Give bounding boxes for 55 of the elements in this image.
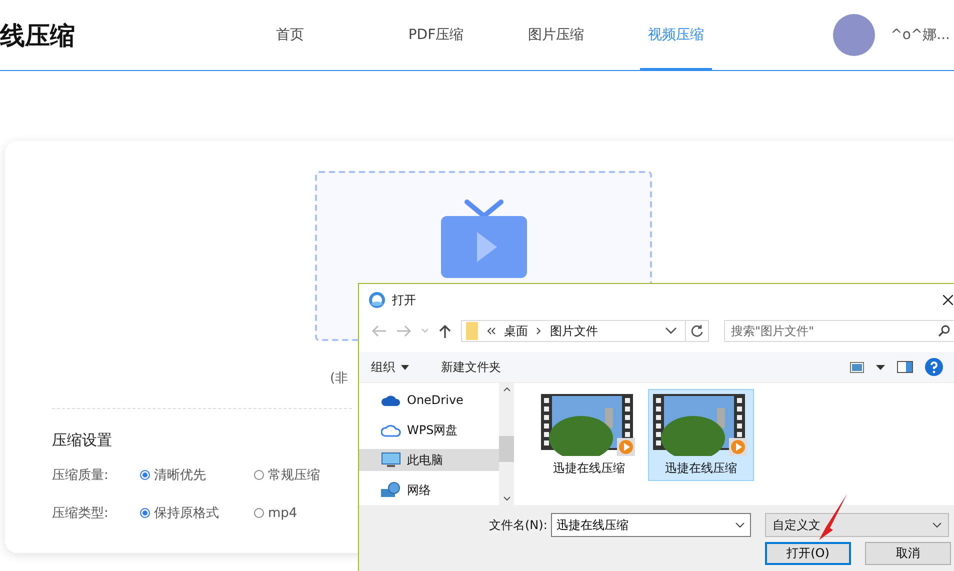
avatar[interactable]: [832, 14, 875, 56]
nav-tab[interactable]: 首页: [270, 0, 310, 70]
globe-monitor-icon: [381, 482, 401, 498]
refresh-icon: [690, 324, 704, 338]
radio-option[interactable]: mp4: [254, 506, 368, 520]
filename-field[interactable]: 迅捷在线压缩: [551, 513, 752, 537]
app-icon: [368, 291, 386, 309]
dialog-title: 打开: [392, 292, 416, 308]
settings-title: 压缩设置: [52, 431, 112, 450]
scrollbar[interactable]: [499, 383, 514, 505]
filename-label: 文件名(N):: [489, 516, 548, 534]
nav-tab[interactable]: PDF压缩: [376, 0, 496, 70]
scroll-down-icon[interactable]: [502, 496, 510, 501]
up-arrow-icon[interactable]: [438, 324, 452, 338]
chevron-down-icon: [932, 522, 942, 528]
double-chevron-icon[interactable]: [486, 327, 496, 335]
chevron-right-icon: [536, 327, 542, 335]
cloud-icon: [381, 394, 401, 406]
close-icon[interactable]: [943, 295, 953, 305]
caret-icon: [401, 364, 409, 370]
username[interactable]: ^o^娜...: [890, 26, 950, 44]
scrollbar-thumb[interactable]: [499, 436, 514, 462]
view-picture-icon[interactable]: [850, 362, 864, 372]
setting-label: 压缩类型:: [52, 505, 110, 522]
cloud-outline-icon: [381, 423, 401, 437]
sidebar-item[interactable]: 此电脑: [359, 449, 499, 471]
sidebar-item[interactable]: WPS网盘: [359, 419, 499, 441]
radio-option[interactable]: 清晰优先: [140, 466, 254, 484]
preview-pane-icon[interactable]: [897, 361, 913, 373]
site-logo: 线压缩: [0, 20, 76, 52]
sidebar-item[interactable]: OneDrive: [359, 389, 499, 411]
chevron-down-icon[interactable]: [665, 327, 677, 335]
help-icon[interactable]: [925, 358, 943, 376]
organize-menu-button[interactable]: 组织: [365, 356, 415, 378]
address-bar[interactable]: 桌面 图片文件: [461, 320, 709, 342]
path-segment[interactable]: 图片文件: [550, 322, 598, 340]
monitor-icon: [381, 452, 401, 468]
tv-play-icon: [440, 198, 526, 278]
folder-icon: [466, 322, 478, 340]
radio-option[interactable]: 保持原格式: [140, 504, 254, 522]
open-button[interactable]: 打开(O): [765, 542, 851, 565]
file-type-dropdown[interactable]: 自定义文: [765, 513, 950, 537]
file-item[interactable]: 迅捷在线压缩: [536, 389, 642, 481]
file-item[interactable]: 迅捷在线压缩: [648, 389, 754, 481]
setting-label: 压缩质量:: [52, 467, 110, 484]
chevron-down-icon: [735, 522, 746, 528]
path-segment[interactable]: 桌面: [504, 322, 528, 340]
search-field[interactable]: 搜索"图片文件": [724, 320, 954, 342]
upload-note: (非: [330, 370, 348, 387]
search-icon: [938, 325, 950, 337]
cancel-button[interactable]: 取消: [865, 542, 951, 565]
scroll-up-icon[interactable]: [502, 387, 510, 392]
nav-tab[interactable]: 图片压缩: [496, 0, 616, 70]
caret-icon[interactable]: [876, 364, 885, 370]
new-folder-button[interactable]: 新建文件夹: [435, 356, 507, 378]
